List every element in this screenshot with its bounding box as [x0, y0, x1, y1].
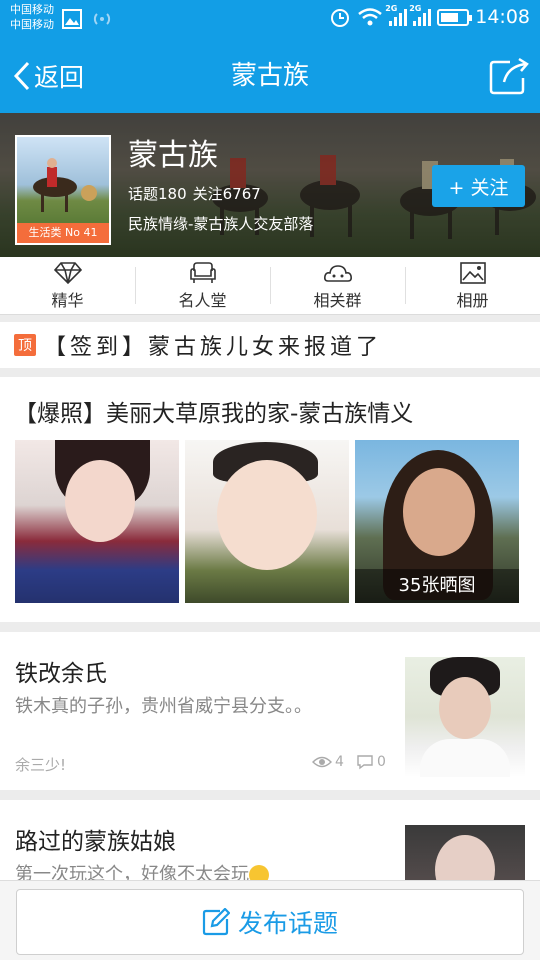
post-excerpt-text: 第一次玩这个，好像不太会玩: [15, 864, 249, 880]
photo-grid: 35张晒图: [15, 440, 519, 603]
carrier-labels: 中国移动 中国移动: [10, 2, 54, 32]
list-item[interactable]: 铁改余氏 铁木真的子孙，贵州省威宁县分支。。 余三少! 4 0: [0, 632, 540, 790]
share-icon: [489, 57, 529, 95]
photo-1[interactable]: [15, 440, 179, 603]
carrier-1: 中国移动: [10, 3, 54, 16]
tribe-description: 民族情缘-蒙古族人交友部落: [128, 215, 314, 233]
status-right: 2G 2G 14:08: [329, 4, 530, 28]
tribe-header: 生活类 No 41 蒙古族 话题180 关注6767 民族情缘-蒙古族人交友部落…: [0, 113, 540, 257]
group-icon: [323, 264, 352, 282]
tab-featured[interactable]: 精华: [0, 257, 135, 314]
post-excerpt: 铁木真的子孙，贵州省威宁县分支。。: [15, 696, 312, 717]
post-thumbnail[interactable]: [405, 825, 525, 880]
tribe-avatar[interactable]: 生活类 No 41: [15, 135, 111, 245]
category-badge: 生活类 No 41: [17, 223, 109, 243]
portrait-face: [403, 468, 475, 556]
post-thumbnail[interactable]: [405, 657, 525, 777]
thumbnail-shirt: [420, 739, 510, 777]
tab-album[interactable]: 相册: [405, 257, 540, 314]
battery-icon: [437, 8, 473, 26]
list-item[interactable]: 路过的蒙族姑娘 第一次玩这个，好像不太会玩: [0, 800, 540, 880]
tribe-name: 蒙古族: [128, 138, 218, 173]
hotspot-icon: [93, 13, 111, 25]
emoji-icon: [249, 865, 269, 880]
signal-icon-1: 2G: [385, 4, 408, 26]
photo-count: 35张晒图: [355, 569, 519, 603]
alarm-icon: [331, 9, 350, 27]
clock: 14:08: [475, 6, 530, 28]
signal-icon-2: 2G: [409, 4, 432, 26]
pinned-post[interactable]: 顶 【签到】蒙古族儿女来报道了: [0, 322, 540, 368]
photo-post[interactable]: 【爆照】美丽大草原我的家-蒙古族情义 35张晒图: [0, 377, 540, 622]
post-author: 余三少!: [15, 756, 67, 774]
wifi-icon: [358, 8, 383, 26]
status-bar: 中国移动 中国移动 2G 2G 14:08: [0, 0, 540, 38]
horse-rider-image: [33, 158, 97, 212]
post-excerpt: 第一次玩这个，好像不太会玩: [15, 860, 395, 880]
follower-count: 关注6767: [192, 185, 261, 203]
view-count: 4: [312, 754, 344, 770]
publish-topic-button[interactable]: 发布话题: [16, 889, 524, 955]
pinned-tag: 顶: [14, 334, 36, 356]
reply-count: 0: [356, 754, 386, 770]
pinned-title: 【签到】蒙古族儿女来报道了: [44, 335, 383, 360]
tab-label: 名人堂: [178, 290, 227, 310]
portrait-face: [217, 460, 317, 570]
nav-bar: 返回 蒙古族: [0, 38, 540, 113]
diamond-icon: [53, 261, 82, 284]
sofa-icon: [189, 261, 216, 283]
topic-count: 话题180: [128, 185, 187, 203]
thumbnail-face: [435, 835, 495, 880]
edit-icon: [202, 908, 230, 936]
tribe-stats: 话题180 关注6767: [128, 183, 261, 204]
picture-icon: [459, 261, 486, 284]
post-title: 铁改余氏: [15, 661, 107, 687]
photo-3[interactable]: 35张晒图: [355, 440, 519, 603]
carrier-2: 中国移动: [10, 18, 54, 31]
page-title: 蒙古族: [230, 61, 309, 91]
photo-post-title: 【爆照】美丽大草原我的家-蒙古族情义: [14, 401, 414, 427]
tab-label: 相关群: [313, 290, 362, 310]
portrait-face: [65, 460, 135, 542]
eye-icon: [312, 756, 332, 768]
tab-label: 相册: [456, 290, 489, 310]
tribe-tabs: 精华 名人堂 相关群 相册: [0, 257, 540, 315]
publish-label: 发布话题: [237, 909, 338, 938]
comment-icon: [357, 755, 373, 770]
tab-label: 精华: [51, 290, 84, 310]
tab-related-groups[interactable]: 相关群: [270, 257, 405, 314]
follow-button[interactable]: + 关注: [432, 165, 525, 207]
notification-icons: [62, 9, 112, 29]
bottom-bar: 发布话题: [0, 880, 540, 960]
tab-hall-of-fame[interactable]: 名人堂: [135, 257, 270, 314]
photo-2[interactable]: [185, 440, 349, 603]
thumbnail-face: [439, 677, 491, 739]
view-count-value: 4: [335, 754, 344, 770]
gallery-icon: [62, 9, 82, 29]
post-title: 路过的蒙族姑娘: [15, 829, 176, 855]
share-button[interactable]: [488, 56, 530, 96]
reply-count-value: 0: [377, 754, 386, 770]
